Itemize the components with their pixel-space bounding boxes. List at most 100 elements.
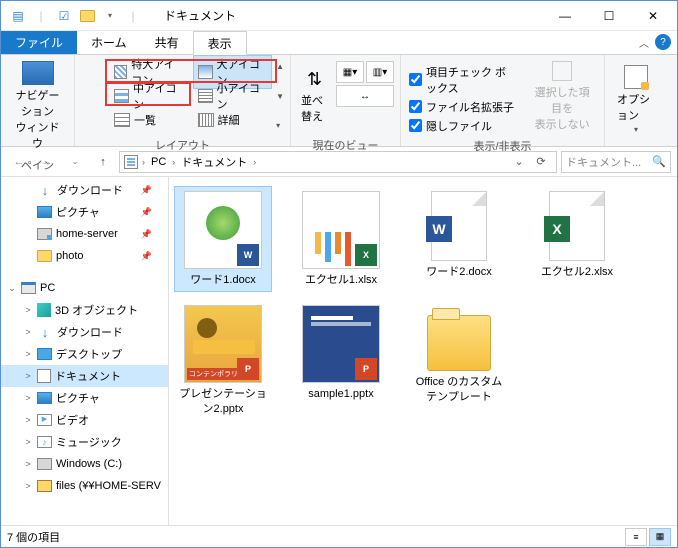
file-thumbnail: コンテンポラリ フォト アルP (184, 305, 262, 383)
tree-item-label: Windows (C:) (56, 458, 122, 470)
file-label: エクセル2.xlsx (541, 265, 613, 279)
tab-home[interactable]: ホーム (77, 31, 141, 54)
options-button[interactable]: オプション ▾ (609, 61, 663, 138)
tree-item[interactable]: ↓ダウンロード📌 (1, 179, 168, 201)
tree-item[interactable]: >Windows (C:) (1, 453, 168, 475)
file-item[interactable]: ワード2.docx (411, 187, 507, 291)
file-label: sample1.pptx (308, 387, 373, 401)
size-columns-button[interactable]: ↔ (336, 85, 394, 107)
tree-item[interactable]: >ミュージック (1, 431, 168, 453)
qat-separator: | (122, 5, 144, 27)
add-columns-button[interactable]: ▥▾ (366, 61, 394, 83)
address-folder-icon (124, 155, 138, 169)
tree-item[interactable]: >3D オブジェクト (1, 299, 168, 321)
window-title: ドキュメント (144, 7, 543, 24)
chevron-right-icon[interactable]: › (170, 157, 177, 167)
file-label: ワード1.docx (190, 273, 255, 287)
layout-small-icons[interactable]: 小アイコン (193, 79, 273, 113)
file-thumbnail: X (302, 191, 380, 269)
properties-icon[interactable]: ▤ (7, 5, 29, 27)
folder-icon (76, 5, 98, 27)
file-item[interactable]: W ワード1.docx (175, 187, 271, 291)
hide-selected-icon (552, 61, 572, 81)
address-dropdown-icon[interactable]: ⌄ (508, 155, 530, 168)
breadcrumb-documents[interactable]: ドキュメント (179, 154, 249, 170)
file-thumbnail: W (184, 191, 262, 269)
status-bar: 7 個の項目 ≡ ▦ (1, 525, 677, 547)
close-button[interactable]: ✕ (631, 2, 675, 30)
maximize-button[interactable]: ☐ (587, 2, 631, 30)
check-hidden-files[interactable]: 隠しファイル (409, 118, 516, 134)
file-thumbnail: P (302, 305, 380, 383)
navigation-tree[interactable]: ↓ダウンロード📌ピクチャ📌home-server📌photo📌 ⌄PC>3D オブ… (1, 177, 169, 529)
back-button[interactable]: ← (7, 150, 31, 174)
check-item-checkboxes[interactable]: 項目チェック ボックス (409, 64, 516, 96)
tree-item[interactable]: >ドキュメント (1, 365, 168, 387)
status-text: 7 個の項目 (7, 529, 60, 545)
navigation-pane-button[interactable]: ナビゲーション ウィンドウ (5, 57, 70, 155)
minimize-button[interactable]: ― (543, 2, 587, 30)
tree-item[interactable]: >↓ダウンロード (1, 321, 168, 343)
chevron-right-icon[interactable]: › (251, 157, 258, 167)
tree-item-label: ダウンロード (57, 324, 123, 340)
sort-button[interactable]: ⇅ 並べ替え (295, 65, 334, 128)
tree-item-label: ピクチャ (56, 204, 100, 220)
file-thumbnail (549, 191, 605, 261)
tab-view[interactable]: 表示 (193, 31, 247, 55)
search-icon: 🔍 (652, 155, 666, 168)
tree-item[interactable]: >files (¥¥HOME-SERV (1, 475, 168, 497)
ribbon-tabs: ファイル ホーム 共有 表示 ︿ ? (1, 31, 677, 55)
file-item[interactable]: Office のカスタム テンプレート (411, 301, 507, 420)
qat-dropdown-icon[interactable]: ▾ (99, 5, 121, 27)
file-thumbnail (427, 315, 491, 371)
tree-item-label: 3D オブジェクト (55, 302, 138, 318)
tree-item[interactable]: ⌄PC (1, 277, 168, 299)
tree-item-label: files (¥¥HOME-SERV (56, 480, 161, 492)
layout-details[interactable]: 詳細 (193, 111, 273, 129)
refresh-icon[interactable]: ⟳ (530, 155, 552, 168)
file-view[interactable]: W ワード1.docx Xエクセル1.xlsx ワード2.docx エクセル2.xlsx… (169, 177, 677, 529)
tree-item-label: デスクトップ (56, 346, 122, 362)
tab-share[interactable]: 共有 (141, 31, 193, 54)
tree-item-label: ドキュメント (55, 368, 121, 384)
navigation-pane-icon (22, 61, 54, 85)
tree-item[interactable]: home-server📌 (1, 223, 168, 245)
layout-medium-icons[interactable]: 中アイコン (109, 79, 189, 113)
layout-list[interactable]: 一覧 (109, 111, 189, 129)
file-item[interactable]: エクセル2.xlsx (529, 187, 625, 291)
search-input[interactable]: ドキュメント... 🔍 (561, 151, 671, 173)
tree-item[interactable]: >デスクトップ (1, 343, 168, 365)
content-area: ↓ダウンロード📌ピクチャ📌home-server📌photo📌 ⌄PC>3D オブ… (1, 177, 677, 529)
check-file-extensions[interactable]: ファイル名拡張子 (409, 99, 516, 115)
group-label-layout: レイアウト (79, 135, 286, 155)
file-thumbnail (431, 191, 487, 261)
file-label: Office のカスタム テンプレート (415, 375, 503, 404)
sort-icon: ⇅ (307, 69, 322, 90)
tree-item[interactable]: photo📌 (1, 245, 168, 267)
file-item[interactable]: Xエクセル1.xlsx (293, 187, 389, 291)
chevron-right-icon[interactable]: › (140, 157, 147, 167)
details-view-button[interactable]: ≡ (625, 528, 647, 546)
tree-item-label: photo (56, 250, 84, 262)
tree-item-label: ピクチャ (56, 390, 100, 406)
tree-item-label: ミュージック (56, 434, 122, 450)
tree-item[interactable]: ピクチャ📌 (1, 201, 168, 223)
checkbox-icon[interactable]: ☑ (53, 5, 75, 27)
tree-item-label: ビデオ (56, 412, 89, 428)
file-item[interactable]: コンテンポラリ フォト アルPプレゼンテーション2.pptx (175, 301, 271, 420)
breadcrumb-pc[interactable]: PC (149, 156, 168, 168)
file-item[interactable]: Psample1.pptx (293, 301, 389, 420)
hide-selected-button: 選択した項目を 表示しない (524, 57, 600, 136)
qat-separator: | (30, 5, 52, 27)
tree-item-label: ダウンロード (57, 182, 123, 198)
group-by-button[interactable]: ▦▾ (336, 61, 364, 83)
tree-item[interactable]: >ピクチャ (1, 387, 168, 409)
title-bar: ▤ | ☑ ▾ | ドキュメント ― ☐ ✕ (1, 1, 677, 31)
tab-file[interactable]: ファイル (1, 31, 77, 54)
help-icon[interactable]: ? (655, 34, 671, 50)
file-label: ワード2.docx (426, 265, 491, 279)
tree-item[interactable]: >ビデオ (1, 409, 168, 431)
layout-scroll[interactable]: ▲▼▾ (276, 62, 286, 130)
collapse-ribbon-icon[interactable]: ︿ (639, 35, 649, 50)
icons-view-button[interactable]: ▦ (649, 528, 671, 546)
